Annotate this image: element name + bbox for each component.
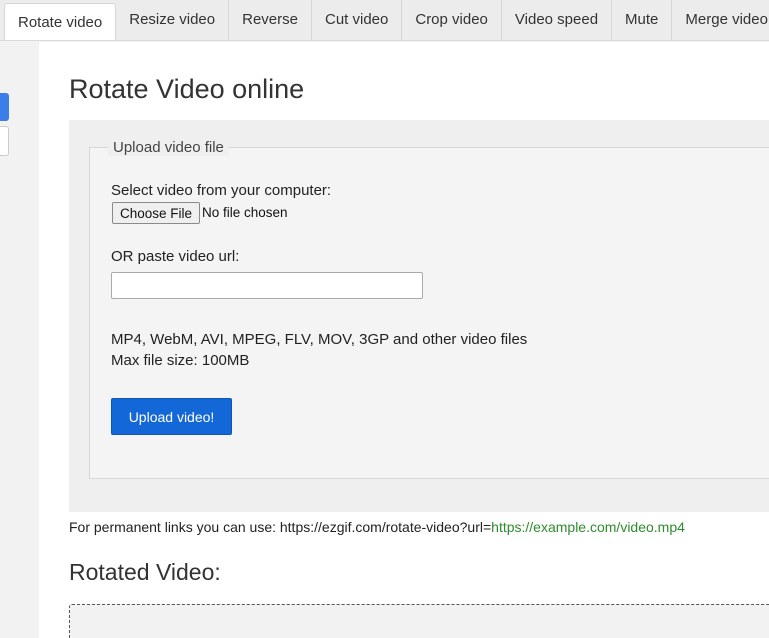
result-title: Rotated Video: xyxy=(69,559,221,585)
select-file-label: Select video from your computer: xyxy=(111,182,332,199)
tab-merge-video[interactable]: Merge video xyxy=(672,0,769,40)
sidebar-button-primary[interactable] xyxy=(0,93,9,121)
video-url-label: OR paste video url: xyxy=(111,248,240,265)
video-url-input[interactable] xyxy=(111,272,423,299)
permanent-links-prefix: For permanent links you can use: https:/… xyxy=(69,519,492,535)
upload-video-button[interactable]: Upload video! xyxy=(111,398,232,435)
upload-fieldset: Upload video file Select video from your… xyxy=(89,139,769,479)
choose-file-button[interactable]: Choose File xyxy=(112,202,201,224)
tab-resize-video[interactable]: Resize video xyxy=(116,0,230,40)
file-status-text: No file chosen xyxy=(202,205,288,220)
result-output-area xyxy=(69,604,769,638)
tab-rotate-video[interactable]: Rotate video xyxy=(4,3,117,40)
tab-mute[interactable]: Mute xyxy=(612,0,673,40)
permanent-links-note: For permanent links you can use: https:/… xyxy=(69,519,685,535)
main-content: Rotate Video online Upload video file Se… xyxy=(39,42,769,638)
left-sidebar xyxy=(0,42,39,638)
page-title: Rotate Video online xyxy=(69,74,305,104)
tab-video-speed[interactable]: Video speed xyxy=(502,0,613,40)
tab-crop-video[interactable]: Crop video xyxy=(402,0,502,40)
sidebar-button-secondary[interactable] xyxy=(0,126,9,156)
upload-legend: Upload video file xyxy=(108,139,229,156)
tool-tabs: Rotate video Resize video Reverse Cut vi… xyxy=(0,0,769,41)
permanent-links-example: https://example.com/video.mp4 xyxy=(491,519,685,535)
tab-reverse[interactable]: Reverse xyxy=(229,0,312,40)
max-file-size-text: Max file size: 100MB xyxy=(111,352,250,369)
supported-formats-text: MP4, WebM, AVI, MPEG, FLV, MOV, 3GP and … xyxy=(111,331,528,348)
upload-panel: Upload video file Select video from your… xyxy=(69,120,769,512)
tab-cut-video[interactable]: Cut video xyxy=(312,0,403,40)
